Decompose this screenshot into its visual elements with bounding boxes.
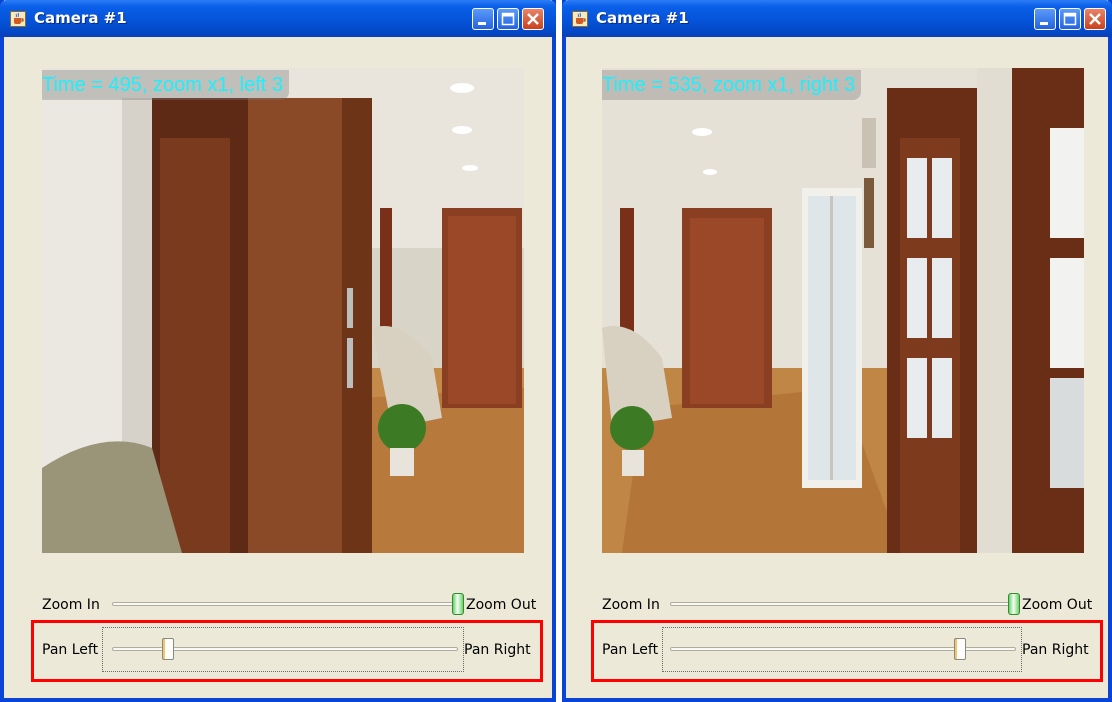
maximize-icon[interactable] bbox=[497, 8, 519, 30]
zoom-out-label: Zoom Out bbox=[466, 597, 537, 613]
pan-left-label: Pan Left bbox=[602, 642, 659, 658]
camera-window-right: Camera #1 Time = 535, zoom x1, right 3 Z… bbox=[562, 0, 1112, 702]
title-bar[interactable]: Camera #1 bbox=[562, 0, 1112, 37]
close-icon[interactable] bbox=[1084, 8, 1106, 30]
close-icon[interactable] bbox=[522, 8, 544, 30]
camera-window-left: Camera #1 Time = 495, zoom x1, left 3 Zo… bbox=[0, 0, 556, 702]
pan-left-label: Pan Left bbox=[42, 642, 99, 658]
java-cup-icon bbox=[572, 11, 588, 27]
pan-slider-thumb[interactable] bbox=[162, 638, 175, 660]
pan-right-label: Pan Right bbox=[1022, 642, 1089, 658]
minimize-icon[interactable] bbox=[1034, 8, 1056, 30]
zoom-slider-thumb[interactable] bbox=[1008, 593, 1020, 615]
java-cup-icon bbox=[10, 11, 26, 27]
video-status-overlay: Time = 535, zoom x1, right 3 bbox=[602, 70, 862, 100]
maximize-icon[interactable] bbox=[1059, 8, 1081, 30]
video-status-overlay: Time = 495, zoom x1, left 3 bbox=[42, 70, 290, 100]
title-bar[interactable]: Camera #1 bbox=[0, 0, 556, 37]
window-title: Camera #1 bbox=[596, 9, 689, 27]
zoom-slider-track[interactable] bbox=[670, 602, 1020, 606]
pan-slider-thumb[interactable] bbox=[953, 638, 966, 660]
pan-right-label: Pan Right bbox=[464, 642, 531, 658]
camera-video-feed: Time = 535, zoom x1, right 3 bbox=[602, 68, 1084, 553]
camera-video-feed: Time = 495, zoom x1, left 3 bbox=[42, 68, 524, 553]
minimize-icon[interactable] bbox=[472, 8, 494, 30]
zoom-slider-track[interactable] bbox=[112, 602, 464, 606]
zoom-out-label: Zoom Out bbox=[1022, 597, 1093, 613]
zoom-slider-thumb[interactable] bbox=[452, 593, 464, 615]
zoom-in-label: Zoom In bbox=[42, 597, 100, 613]
window-title: Camera #1 bbox=[34, 9, 127, 27]
zoom-in-label: Zoom In bbox=[602, 597, 660, 613]
